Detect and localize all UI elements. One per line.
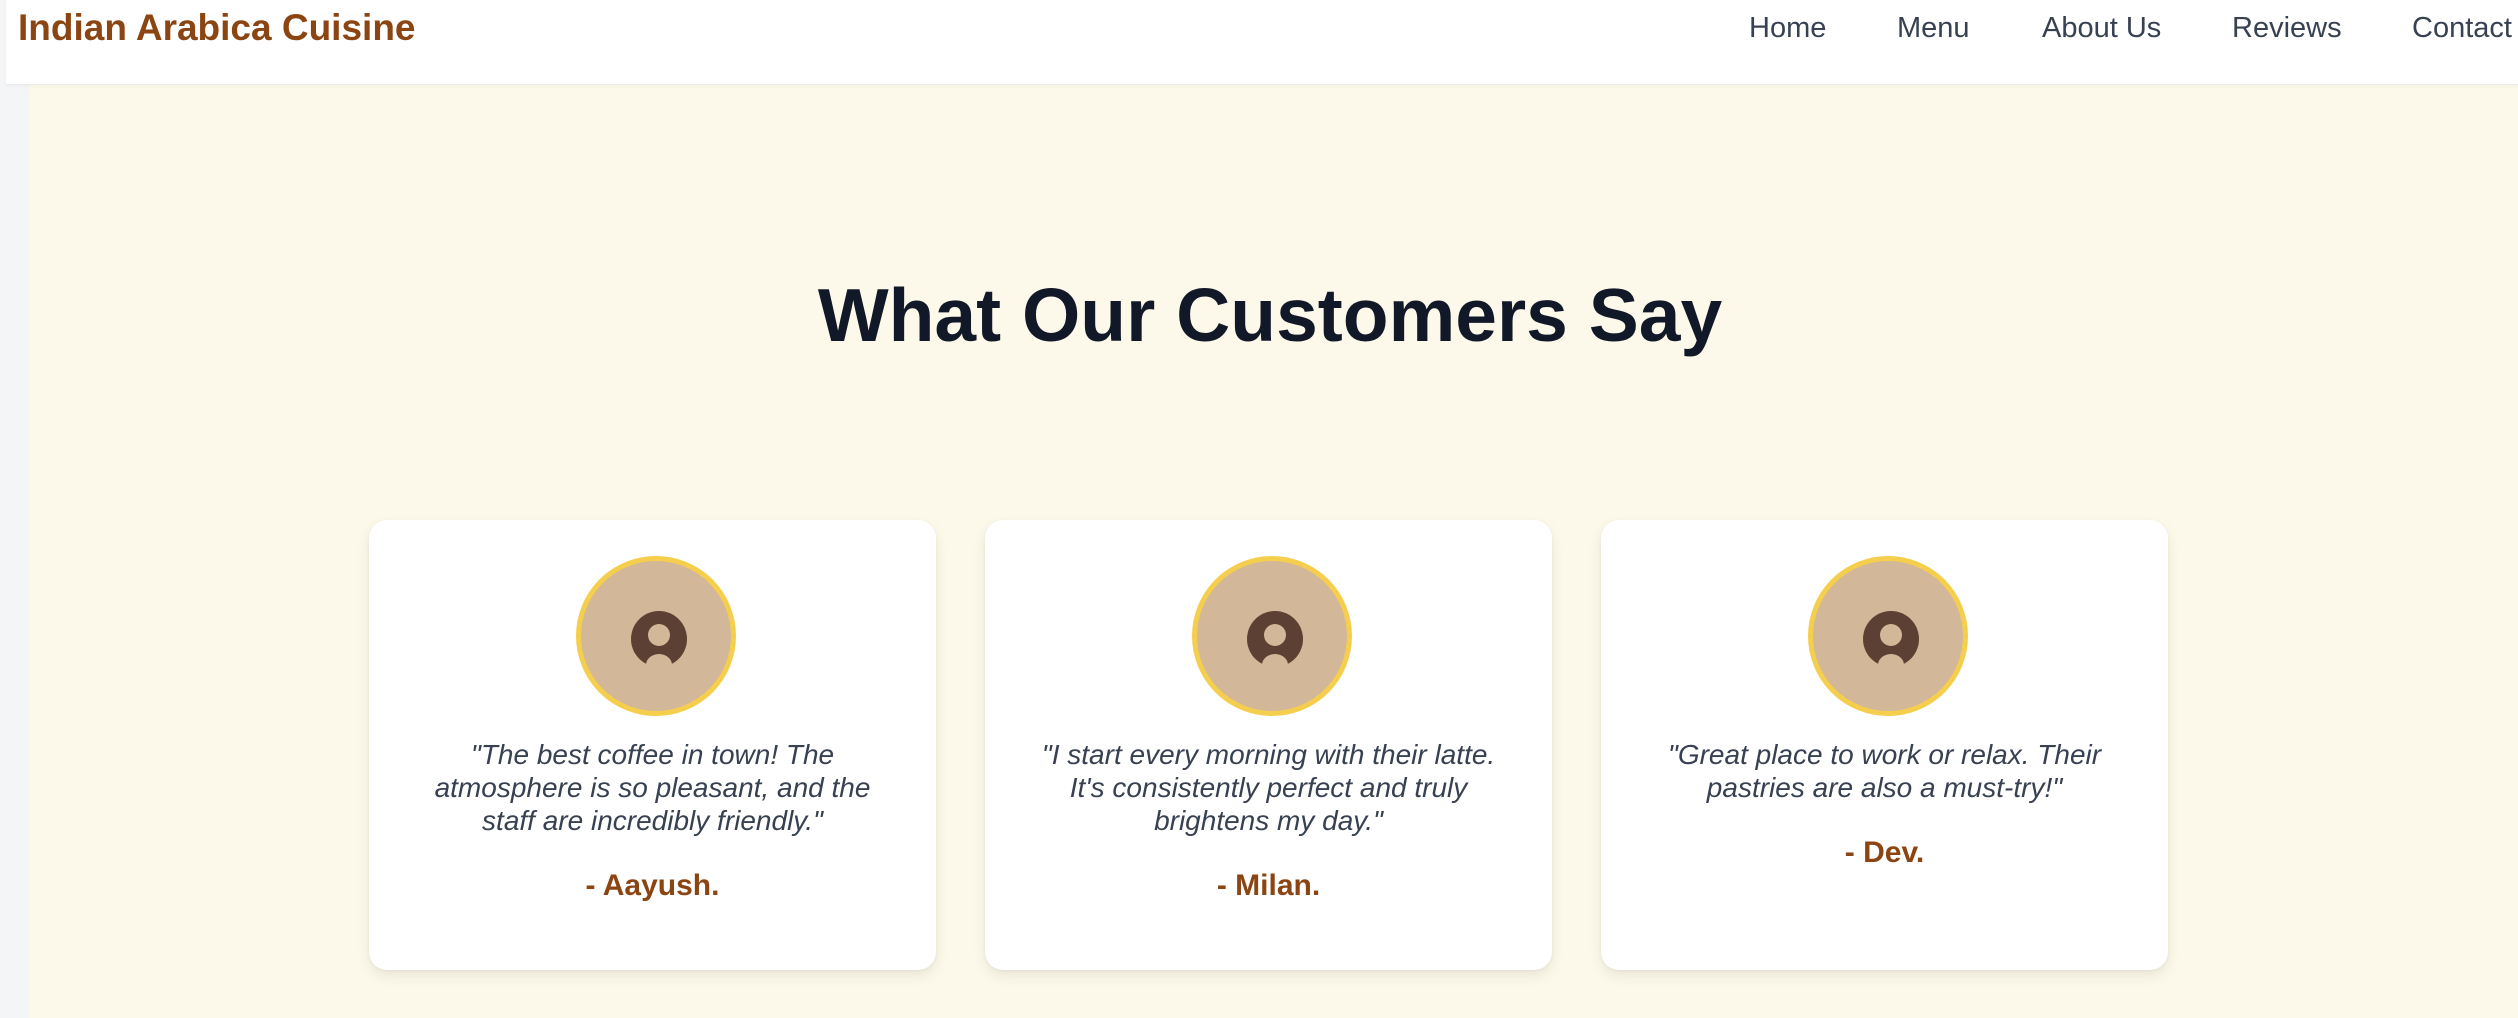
avatar xyxy=(1192,556,1352,716)
top-navbar: Indian Arabica Cuisine Home Menu About U… xyxy=(6,0,2518,85)
testimonial-author: - Milan. xyxy=(1216,869,1321,902)
nav-home-link[interactable]: Home xyxy=(1749,10,1826,46)
avatar xyxy=(576,556,736,716)
left-gutter xyxy=(0,84,30,1018)
testimonial-author: - Dev. xyxy=(1844,836,1925,869)
nav-about-link[interactable]: About Us xyxy=(2042,10,2161,46)
testimonial-card: "Great place to work or relax. Their pas… xyxy=(1601,520,2168,970)
nav-menu-link[interactable]: Menu xyxy=(1897,10,1970,46)
main-nav: Home Menu About Us Reviews Contact xyxy=(6,10,2518,50)
testimonials-section: What Our Customers Say "The best coffee … xyxy=(30,84,2518,1018)
nav-contact-link[interactable]: Contact xyxy=(2412,10,2512,46)
user-circle-icon xyxy=(631,611,687,667)
nav-reviews-link[interactable]: Reviews xyxy=(2232,10,2342,46)
user-circle-icon xyxy=(1247,611,1303,667)
section-title: What Our Customers Say xyxy=(817,273,1723,357)
testimonial-quote: "I start every morning with their latte.… xyxy=(1041,739,1496,836)
testimonial-card: "I start every morning with their latte.… xyxy=(985,520,1552,970)
testimonial-quote: "The best coffee in town! The atmosphere… xyxy=(434,739,871,836)
user-circle-icon xyxy=(1863,611,1919,667)
testimonial-author: - Aayush. xyxy=(585,869,720,902)
testimonial-quote: "Great place to work or relax. Their pas… xyxy=(1667,739,2102,803)
avatar xyxy=(1808,556,1968,716)
testimonial-card: "The best coffee in town! The atmosphere… xyxy=(369,520,936,970)
